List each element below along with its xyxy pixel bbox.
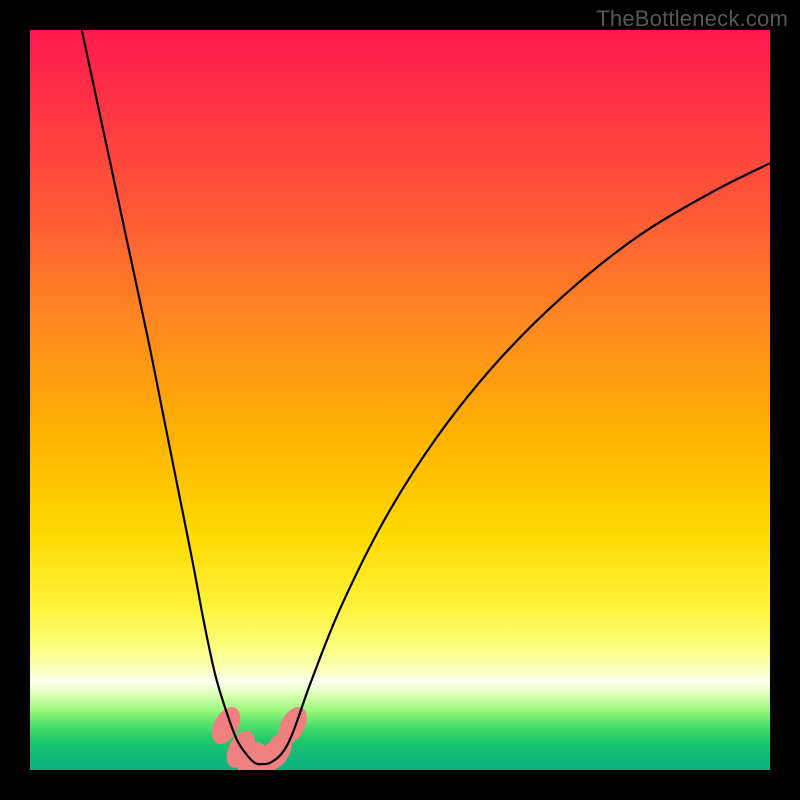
chart-frame: TheBottleneck.com [0,0,800,800]
watermark-text: TheBottleneck.com [596,6,788,32]
curve-layer [30,30,770,770]
bottleneck-curve [82,30,770,764]
plot-area [30,30,770,770]
marker-group [206,702,313,770]
